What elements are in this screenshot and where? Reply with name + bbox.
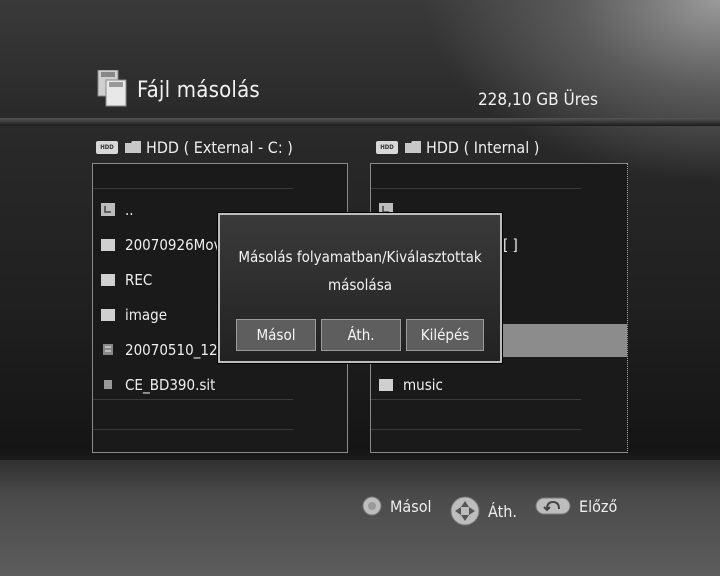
list-item[interactable]: REC — [93, 262, 152, 297]
list-item[interactable]: .. — [93, 192, 134, 227]
row-divider — [93, 188, 293, 189]
file-copy-icon — [97, 70, 127, 107]
row-divider — [371, 429, 581, 430]
item-name: .. — [125, 200, 134, 219]
exit-button[interactable]: Kilépés — [406, 319, 484, 351]
hdd-icon: HDD — [96, 140, 118, 154]
right-panel-header: HDD HDD ( Internal ) — [376, 136, 539, 158]
folder-icon — [101, 274, 115, 286]
list-item[interactable]: 20070510_1226 — [93, 332, 235, 367]
left-panel-header: HDD HDD ( External - C: ) — [96, 136, 293, 158]
list-item[interactable]: image — [93, 297, 167, 332]
folder-icon — [101, 309, 115, 321]
footer-move-label: Áth. — [488, 501, 517, 521]
folder-icon — [125, 141, 141, 153]
dialog-message-line: Másolás folyamatban/Kiválasztottak — [238, 248, 482, 266]
dialog-message: Másolás folyamatban/Kiválasztottak másol… — [220, 243, 500, 299]
copy-button[interactable]: Másol — [236, 319, 316, 351]
move-button[interactable]: Áth. — [321, 319, 401, 351]
item-name: [ ] — [503, 235, 518, 254]
copy-dialog: Másolás folyamatban/Kiválasztottak másol… — [218, 213, 502, 363]
footer-back-hint: Előző — [535, 496, 617, 516]
return-button-icon — [535, 497, 571, 515]
footer-band — [0, 460, 720, 576]
footer-move-hint: Áth. — [450, 496, 517, 526]
free-space-readout: 228,10 GB Üres — [477, 90, 598, 110]
item-name: REC — [125, 270, 153, 289]
item-name: image — [125, 305, 168, 324]
page-title: Fájl másolás — [137, 78, 260, 103]
header-separator — [0, 118, 720, 126]
list-item[interactable]: 20070926Movie — [93, 227, 234, 262]
list-item[interactable]: CE_BD390.sit — [93, 367, 215, 402]
footer-copy-label: Másol — [390, 496, 432, 516]
parent-folder-icon — [101, 203, 115, 216]
file-icon — [104, 380, 112, 389]
hdd-icon: HDD — [376, 140, 398, 154]
folder-icon — [101, 239, 115, 251]
right-panel-label: HDD ( Internal ) — [426, 137, 540, 157]
row-divider — [371, 188, 581, 189]
folder-icon — [379, 379, 393, 391]
list-item[interactable]: [ ] — [503, 227, 518, 262]
item-name: music — [403, 375, 443, 394]
dpad-icon — [450, 496, 480, 526]
left-panel-label: HDD ( External - C: ) — [146, 137, 293, 157]
item-name: CE_BD390.sit — [125, 375, 216, 394]
dialog-message-line: másolása — [327, 276, 393, 294]
file-icon — [103, 344, 113, 355]
row-divider — [93, 429, 293, 430]
list-item[interactable]: music — [371, 367, 443, 402]
footer-back-label: Előző — [579, 496, 618, 516]
enter-button-icon — [362, 496, 382, 516]
footer-copy-hint: Másol — [362, 496, 432, 516]
folder-icon — [405, 141, 421, 153]
